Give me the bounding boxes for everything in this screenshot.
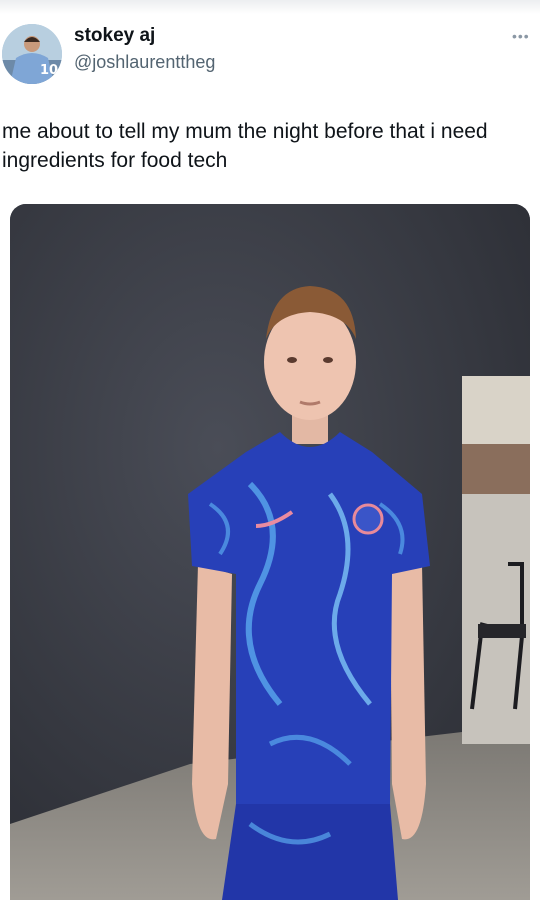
kit-shorts (222, 804, 398, 900)
tweet-photo[interactable] (10, 204, 530, 900)
photo-illustration (10, 204, 530, 900)
more-dots-icon[interactable]: ••• (512, 28, 530, 44)
avatar-image: 10 (2, 24, 62, 84)
avatar-number: 10 (40, 63, 58, 78)
tweet-header: 10 stokey aj @joshlaurenttheg ••• (0, 14, 540, 84)
display-name[interactable]: stokey aj (74, 25, 155, 47)
top-edge (0, 0, 540, 14)
tweet-text: me about to tell my mum the night before… (2, 120, 488, 172)
user-handle[interactable]: @joshlaurenttheg (74, 52, 215, 73)
avatar[interactable]: 10 (2, 24, 62, 84)
